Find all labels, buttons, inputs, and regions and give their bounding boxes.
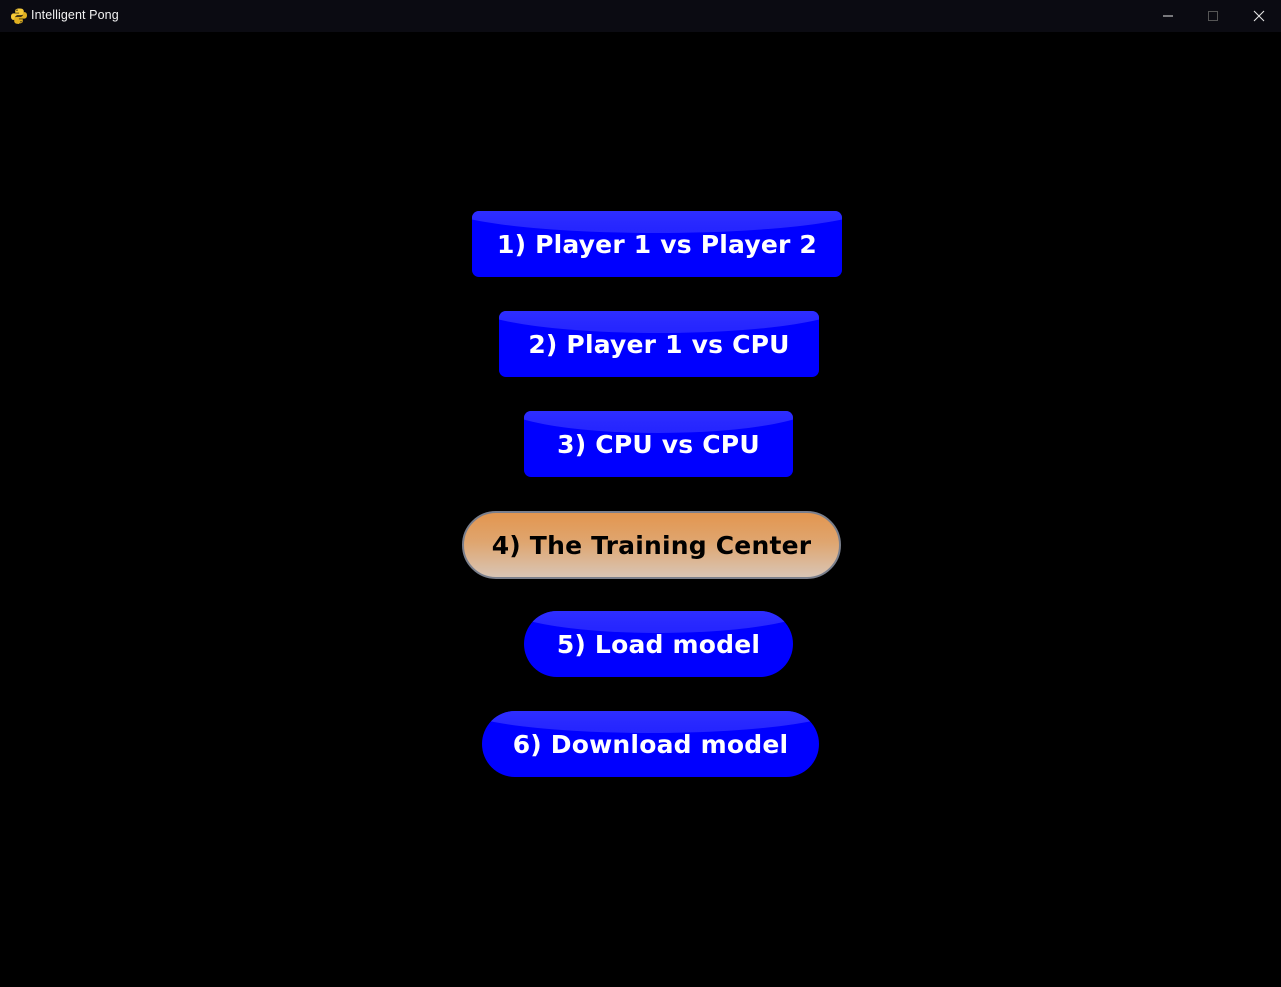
cpu-vs-cpu-button[interactable]: 3) CPU vs CPU <box>524 411 793 477</box>
player-vs-cpu-button[interactable]: 2) Player 1 vs CPU <box>499 311 819 377</box>
button-label: 1) Player 1 vs Player 2 <box>496 229 818 259</box>
minimize-icon <box>1163 15 1173 17</box>
window-titlebar[interactable]: Intelligent Pong <box>0 0 1281 32</box>
minimize-button[interactable] <box>1145 0 1191 32</box>
python-icon <box>10 7 28 25</box>
load-model-button[interactable]: 5) Load model <box>524 611 793 677</box>
maximize-button[interactable] <box>1190 0 1236 32</box>
close-button[interactable] <box>1236 0 1281 32</box>
button-label: 2) Player 1 vs CPU <box>528 329 790 359</box>
button-label: 6) Download model <box>512 729 789 759</box>
window-title: Intelligent Pong <box>31 8 119 22</box>
training-center-button[interactable]: 4) The Training Center <box>462 511 841 579</box>
game-canvas <box>0 32 1281 987</box>
maximize-icon <box>1208 11 1218 21</box>
button-label: 3) CPU vs CPU <box>557 429 760 459</box>
download-model-button[interactable]: 6) Download model <box>482 711 819 777</box>
close-icon <box>1253 10 1265 22</box>
button-label: 4) The Training Center <box>491 530 812 560</box>
player-vs-player-button[interactable]: 1) Player 1 vs Player 2 <box>472 211 842 277</box>
button-label: 5) Load model <box>556 629 761 659</box>
